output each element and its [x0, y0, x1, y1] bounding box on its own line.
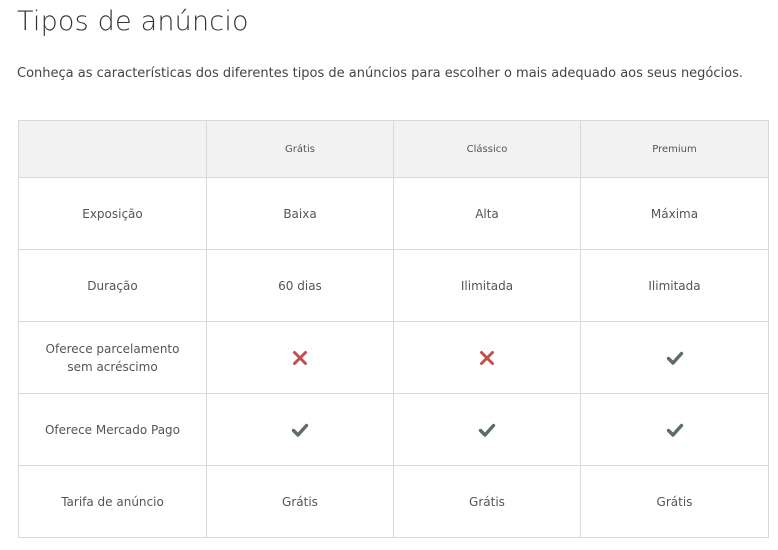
row-label-exposicao: Exposição [18, 177, 207, 250]
header-cell-classico: Clássico [393, 120, 581, 178]
page-subtitle: Conheça as características dos diferente… [17, 66, 744, 81]
table-cell [393, 321, 581, 394]
table-cell: Máxima [580, 177, 769, 250]
table-cell: Grátis [206, 465, 394, 538]
table-row: Exposição Baixa Alta Máxima [18, 177, 769, 250]
check-icon [666, 421, 684, 439]
table-cell [393, 393, 581, 466]
table-row: Oferece parcelamento sem acréscimo [18, 321, 769, 394]
table-header-row: Grátis Clássico Premium [18, 120, 769, 178]
header-cell-empty [18, 120, 207, 178]
table-cell [206, 393, 394, 466]
header-cell-premium: Premium [580, 120, 769, 178]
row-label-tarifa: Tarifa de anúncio [18, 465, 207, 538]
table-cell: Alta [393, 177, 581, 250]
row-label-duracao: Duração [18, 249, 207, 322]
table-cell: Grátis [580, 465, 769, 538]
table-cell: Ilimitada [393, 249, 581, 322]
table-cell [580, 393, 769, 466]
cross-icon [478, 349, 496, 367]
table-cell: 60 dias [206, 249, 394, 322]
row-label-mercado-pago: Oferece Mercado Pago [18, 393, 207, 466]
listing-types-table: Grátis Clássico Premium Exposição Baixa … [18, 120, 769, 538]
table-row: Oferece Mercado Pago [18, 393, 769, 466]
table-row: Duração 60 dias Ilimitada Ilimitada [18, 249, 769, 322]
check-icon [478, 421, 496, 439]
cross-icon [291, 349, 309, 367]
row-label-parcelamento: Oferece parcelamento sem acréscimo [18, 321, 207, 394]
table-cell: Baixa [206, 177, 394, 250]
page-title: Tipos de anúncio [17, 6, 249, 37]
check-icon [291, 421, 309, 439]
table-row: Tarifa de anúncio Grátis Grátis Grátis [18, 465, 769, 538]
table-cell: Grátis [393, 465, 581, 538]
check-icon [666, 349, 684, 367]
table-cell [206, 321, 394, 394]
table-cell [580, 321, 769, 394]
header-cell-gratis: Grátis [206, 120, 394, 178]
table-cell: Ilimitada [580, 249, 769, 322]
